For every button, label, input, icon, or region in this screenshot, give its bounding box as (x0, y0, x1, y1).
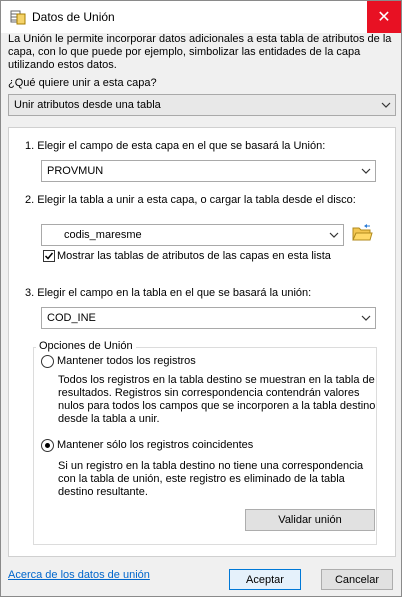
keep-matching-label: Mantener sólo los registros coincidentes (57, 439, 254, 451)
keep-all-radio[interactable] (41, 355, 54, 368)
table-field-value: COD_INE (47, 312, 96, 324)
show-layer-tables-label: Mostrar las tablas de atributos de las c… (57, 250, 331, 262)
open-table-button[interactable] (351, 223, 375, 245)
chevron-down-icon (357, 161, 375, 181)
keep-matching-radio[interactable] (41, 439, 54, 452)
keep-all-label: Mantener todos los registros (57, 355, 196, 367)
folder-open-icon (352, 224, 373, 241)
chevron-down-icon (357, 308, 375, 328)
window-title: Datos de Unión (32, 10, 115, 24)
ok-button[interactable]: Aceptar (229, 569, 301, 590)
checkmark-icon (44, 252, 54, 260)
join-dialog: Datos de Unión ✕ La Unión le permite inc… (0, 0, 402, 597)
chevron-down-icon (325, 225, 343, 245)
step1-label: 1. Elegir el campo de esta capa en el qu… (25, 140, 326, 152)
cancel-button[interactable]: Cancelar (321, 569, 393, 590)
validate-join-button[interactable]: Validar unión (245, 509, 375, 531)
keep-matching-description: Si un registro en la tabla destino no ti… (58, 460, 364, 498)
join-question: ¿Qué quiere unir a esta capa? (8, 77, 157, 89)
join-table-dropdown[interactable]: codis_maresme (41, 224, 344, 246)
join-type-value: Unir atributos desde una tabla (14, 99, 161, 111)
show-layer-tables-checkbox[interactable] (43, 250, 55, 262)
close-button[interactable]: ✕ (367, 1, 401, 33)
chevron-down-icon (377, 95, 395, 115)
join-type-dropdown[interactable]: Unir atributos desde una tabla (8, 94, 396, 116)
about-join-link[interactable]: Acerca de los datos de unión (8, 569, 150, 581)
intro-text: La Unión le permite incorporar datos adi… (8, 33, 392, 71)
keep-all-description: Todos los registros en la tabla destino … (58, 374, 376, 425)
title-bar: Datos de Unión ✕ (1, 1, 401, 33)
join-table-value: codis_maresme (64, 229, 142, 241)
table-field-dropdown[interactable]: COD_INE (41, 307, 376, 329)
layer-field-dropdown[interactable]: PROVMUN (41, 160, 376, 182)
join-options-legend: Opciones de Unión (36, 340, 136, 352)
step3-label: 3. Elegir el campo en la tabla en el que… (25, 287, 312, 299)
close-icon: ✕ (377, 9, 391, 26)
step2-label: 2. Elegir la tabla a unir a esta capa, o… (25, 194, 356, 206)
layer-field-value: PROVMUN (47, 165, 104, 177)
join-app-icon (10, 10, 26, 25)
